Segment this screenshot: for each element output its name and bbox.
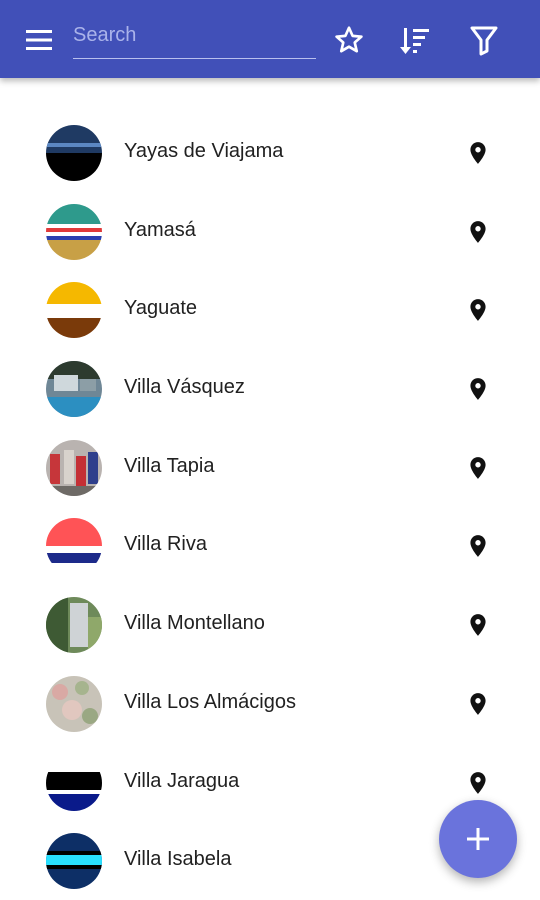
- star-icon: [335, 26, 363, 53]
- plus-icon: [467, 828, 489, 850]
- list-item-label: Yayas de Viajama: [124, 140, 284, 162]
- location-button[interactable]: [465, 610, 491, 640]
- location-button[interactable]: [465, 531, 491, 561]
- list-item-label: Villa Montellano: [124, 612, 265, 635]
- avatar: [46, 518, 102, 575]
- menu-icon: [26, 30, 52, 50]
- sort-icon: [400, 28, 429, 54]
- avatar: [46, 361, 102, 418]
- list-item-label: Villa Vásquez: [124, 376, 245, 399]
- list-item[interactable]: Villa Vásquez: [0, 348, 540, 427]
- avatar: [46, 282, 102, 339]
- search-input[interactable]: [73, 18, 316, 52]
- list-item-label: Villa Los Almácigos: [124, 690, 296, 713]
- list-item[interactable]: Yayas de Viajama: [0, 112, 540, 191]
- list-item-label: Yamasá: [124, 218, 196, 241]
- location-pin-icon: [470, 535, 486, 558]
- sort-button[interactable]: [399, 24, 433, 56]
- location-pin-icon: [470, 142, 486, 164]
- location-button[interactable]: [465, 295, 491, 325]
- avatar: [46, 754, 102, 811]
- location-button[interactable]: [465, 217, 491, 247]
- list-item[interactable]: Villa Riva: [0, 505, 540, 584]
- add-button[interactable]: [439, 800, 517, 878]
- list-item-label: Yaguate: [124, 297, 198, 320]
- filter-button[interactable]: [469, 24, 499, 56]
- list-item[interactable]: Villa Tapia: [0, 427, 540, 506]
- avatar: [46, 125, 102, 181]
- list-item[interactable]: Villa Los Almácigos: [0, 663, 540, 742]
- location-button[interactable]: [465, 689, 491, 719]
- location-button[interactable]: [465, 374, 491, 404]
- location-pin-icon: [470, 220, 486, 243]
- location-pin-icon: [470, 614, 486, 636]
- avatar: [46, 597, 102, 654]
- filter-icon: [470, 26, 498, 56]
- avatar: [46, 675, 102, 732]
- location-button[interactable]: [465, 138, 491, 168]
- menu-button[interactable]: [24, 25, 54, 55]
- avatar: [46, 833, 102, 890]
- list-item[interactable]: Villa Montellano: [0, 584, 540, 663]
- list-item[interactable]: Yamasá: [0, 191, 540, 270]
- location-button[interactable]: [465, 453, 491, 483]
- avatar: [46, 439, 102, 496]
- list-item-label: Villa Riva: [124, 533, 207, 556]
- location-button[interactable]: [465, 768, 491, 798]
- location-pin-icon: [470, 692, 486, 715]
- location-pin-icon: [470, 456, 486, 479]
- list-item-label: Villa Jaragua: [124, 769, 240, 792]
- search-field[interactable]: [73, 18, 316, 59]
- location-pin-icon: [470, 771, 486, 794]
- list-item-label: Villa Tapia: [124, 454, 215, 477]
- location-pin-icon: [470, 378, 486, 400]
- list-item-label: Villa Isabela: [124, 848, 232, 871]
- municipality-list: Yayas de Viajama Yamasá Yaguate Villa Vá…: [0, 112, 540, 899]
- favorites-button[interactable]: [333, 24, 365, 56]
- app-bar: [0, 0, 540, 78]
- avatar: [46, 203, 102, 260]
- list-item[interactable]: Yaguate: [0, 269, 540, 348]
- location-pin-icon: [470, 299, 486, 322]
